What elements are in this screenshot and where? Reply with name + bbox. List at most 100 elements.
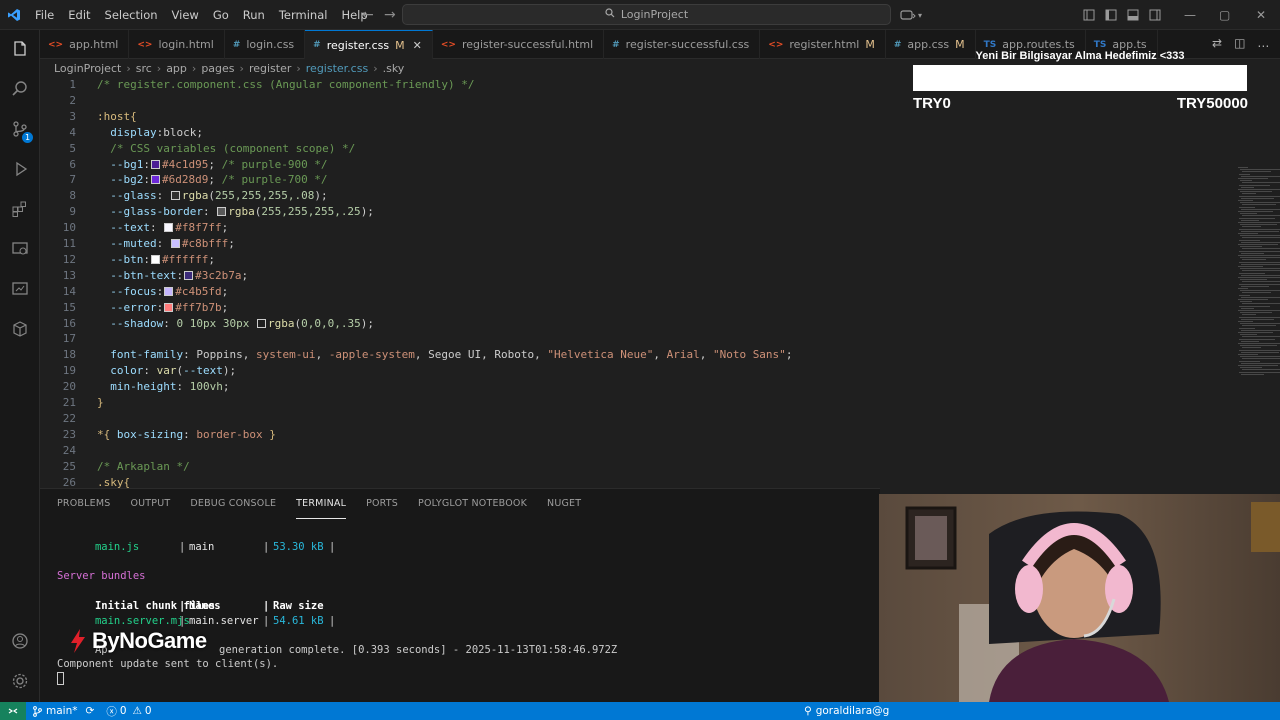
- breadcrumb-item[interactable]: src: [136, 62, 152, 75]
- code-token: :: [163, 316, 177, 330]
- minimap-line: [1240, 191, 1272, 193]
- code-text: }: [97, 395, 104, 411]
- color-swatch[interactable]: [164, 286, 174, 296]
- copilot-icon[interactable]: ▾: [900, 0, 922, 30]
- code-token: /* purple-900 */: [221, 157, 328, 171]
- run-debug-icon[interactable]: [0, 150, 40, 188]
- breadcrumb-item[interactable]: .sky: [383, 62, 405, 75]
- panel-tab-nuget[interactable]: NUGET: [547, 489, 581, 519]
- code-token: #c4b5fd: [175, 284, 222, 298]
- tab-login-html[interactable]: <> login.html: [129, 30, 225, 59]
- close-window-button[interactable]: ✕: [1256, 0, 1266, 30]
- tab-register-successful-html[interactable]: <> register-successful.html: [433, 30, 605, 59]
- tab-register-successful-css[interactable]: # register-successful.css: [604, 30, 761, 59]
- code-editor[interactable]: 1 /* register.component.css (Angular comp…: [40, 77, 1280, 488]
- color-swatch[interactable]: [150, 175, 160, 185]
- minimize-button[interactable]: —: [1184, 0, 1196, 30]
- goal-min-label: TRY0: [913, 95, 951, 112]
- layout-icons[interactable]: [1083, 9, 1173, 21]
- panel-tab-debug-console[interactable]: DEBUG CONSOLE: [190, 489, 276, 519]
- color-swatch[interactable]: [164, 302, 174, 312]
- panel-tab-terminal[interactable]: TERMINAL: [296, 489, 347, 519]
- settings-gear-icon[interactable]: [0, 662, 40, 700]
- menu-terminal[interactable]: Terminal: [272, 0, 335, 30]
- accounts-icon[interactable]: [0, 622, 40, 660]
- panel-tab-output[interactable]: OUTPUT: [130, 489, 170, 519]
- minimap-line: [1242, 325, 1276, 327]
- close-tab-icon[interactable]: ✕: [413, 39, 422, 52]
- minimap-line: [1238, 189, 1280, 190]
- forward-arrow-icon[interactable]: →: [376, 7, 404, 23]
- sync-icon[interactable]: ⟳: [86, 705, 95, 717]
- minimap-line: [1238, 266, 1263, 267]
- maximize-button[interactable]: ▢: [1219, 0, 1230, 30]
- line-number: 11: [62, 237, 76, 250]
- minimap-line: [1239, 195, 1280, 197]
- code-token: ;: [221, 300, 229, 314]
- tab-login-css[interactable]: # login.css: [225, 30, 306, 59]
- line-number: 6: [69, 157, 76, 171]
- minimap-line: [1239, 228, 1280, 230]
- color-swatch[interactable]: [150, 159, 160, 169]
- menu-view[interactable]: View: [165, 0, 206, 30]
- tab-app-html[interactable]: <> app.html: [40, 30, 130, 59]
- line-number: 7: [69, 173, 76, 187]
- breadcrumb-item[interactable]: register.css: [306, 62, 368, 75]
- code-token: );: [222, 364, 237, 378]
- terminal[interactable]: main.js | main | 53.30 kB | Server bundles In…: [57, 525, 877, 695]
- panel-tab-problems[interactable]: PROBLEMS: [57, 489, 110, 519]
- generation-message: generation complete. [0.393 seconds] - 2…: [219, 644, 618, 656]
- code-line: 8 --glass: rgba(255,255,255,.08);: [40, 188, 1190, 204]
- panel-tab-polyglot-notebook[interactable]: POLYGLOT NOTEBOOK: [418, 489, 527, 519]
- error-icon: ⓧ: [106, 705, 117, 718]
- problems-indicator[interactable]: ⓧ 0 ⚠ 0: [100, 702, 157, 720]
- tab-register-css[interactable]: # register.css M ✕: [305, 30, 433, 59]
- account-indicator[interactable]: ⚲ goraldilara@g: [798, 702, 895, 720]
- color-swatch[interactable]: [170, 239, 180, 248]
- panel-tab-ports[interactable]: PORTS: [366, 489, 398, 519]
- branch-name: main*: [46, 705, 78, 717]
- minimap-line: [1241, 362, 1280, 364]
- code-token: color: [97, 364, 144, 378]
- color-swatch[interactable]: [217, 207, 227, 217]
- menu-edit[interactable]: Edit: [61, 0, 97, 30]
- remote-indicator-icon[interactable]: [0, 702, 26, 720]
- remote-explorer-icon[interactable]: [0, 230, 40, 268]
- menu-run[interactable]: Run: [236, 0, 272, 30]
- breadcrumb-item[interactable]: pages: [201, 62, 234, 75]
- minimap[interactable]: [1230, 167, 1280, 377]
- command-center-search[interactable]: LoginProject: [402, 4, 891, 25]
- containers-icon[interactable]: [0, 310, 40, 348]
- breadcrumb-item[interactable]: LoginProject: [54, 62, 121, 75]
- branch-indicator[interactable]: main* ⟳: [26, 702, 100, 720]
- code-text: font-family: Poppins, system-ui, -apple-…: [97, 347, 792, 363]
- minimap-line: [1241, 307, 1254, 309]
- minimap-line: [1242, 347, 1261, 349]
- menu-file[interactable]: File: [28, 0, 61, 30]
- color-swatch[interactable]: [164, 223, 174, 233]
- code-token: }: [262, 427, 276, 441]
- line-number: 26: [62, 475, 76, 489]
- breadcrumb-item[interactable]: app: [166, 62, 187, 75]
- code-token: : Poppins,: [183, 348, 256, 362]
- color-swatch[interactable]: [184, 270, 194, 280]
- menu-selection[interactable]: Selection: [98, 0, 165, 30]
- color-swatch[interactable]: [256, 318, 266, 328]
- search-view-icon[interactable]: [0, 70, 40, 108]
- more-actions-icon[interactable]: …: [1257, 36, 1269, 50]
- explorer-icon[interactable]: [0, 30, 40, 68]
- menu-go[interactable]: Go: [206, 0, 236, 30]
- code-line: 15 --error: #ff7b7b;: [40, 300, 1190, 316]
- testing-icon[interactable]: [0, 270, 40, 308]
- code-line: 21}: [40, 395, 1190, 411]
- minimap-line: [1239, 327, 1255, 329]
- code-token: );: [360, 316, 374, 330]
- color-swatch[interactable]: [150, 254, 160, 264]
- server-bundles-heading: Server bundles: [57, 570, 146, 582]
- extensions-icon[interactable]: [0, 190, 40, 228]
- breadcrumb-item[interactable]: register: [249, 62, 291, 75]
- tab-register-html[interactable]: <> register.html M: [760, 30, 886, 59]
- code-line: 11 --muted: #c8bfff;: [40, 236, 1190, 252]
- source-control-icon[interactable]: 1: [0, 110, 40, 148]
- color-swatch[interactable]: [170, 191, 180, 201]
